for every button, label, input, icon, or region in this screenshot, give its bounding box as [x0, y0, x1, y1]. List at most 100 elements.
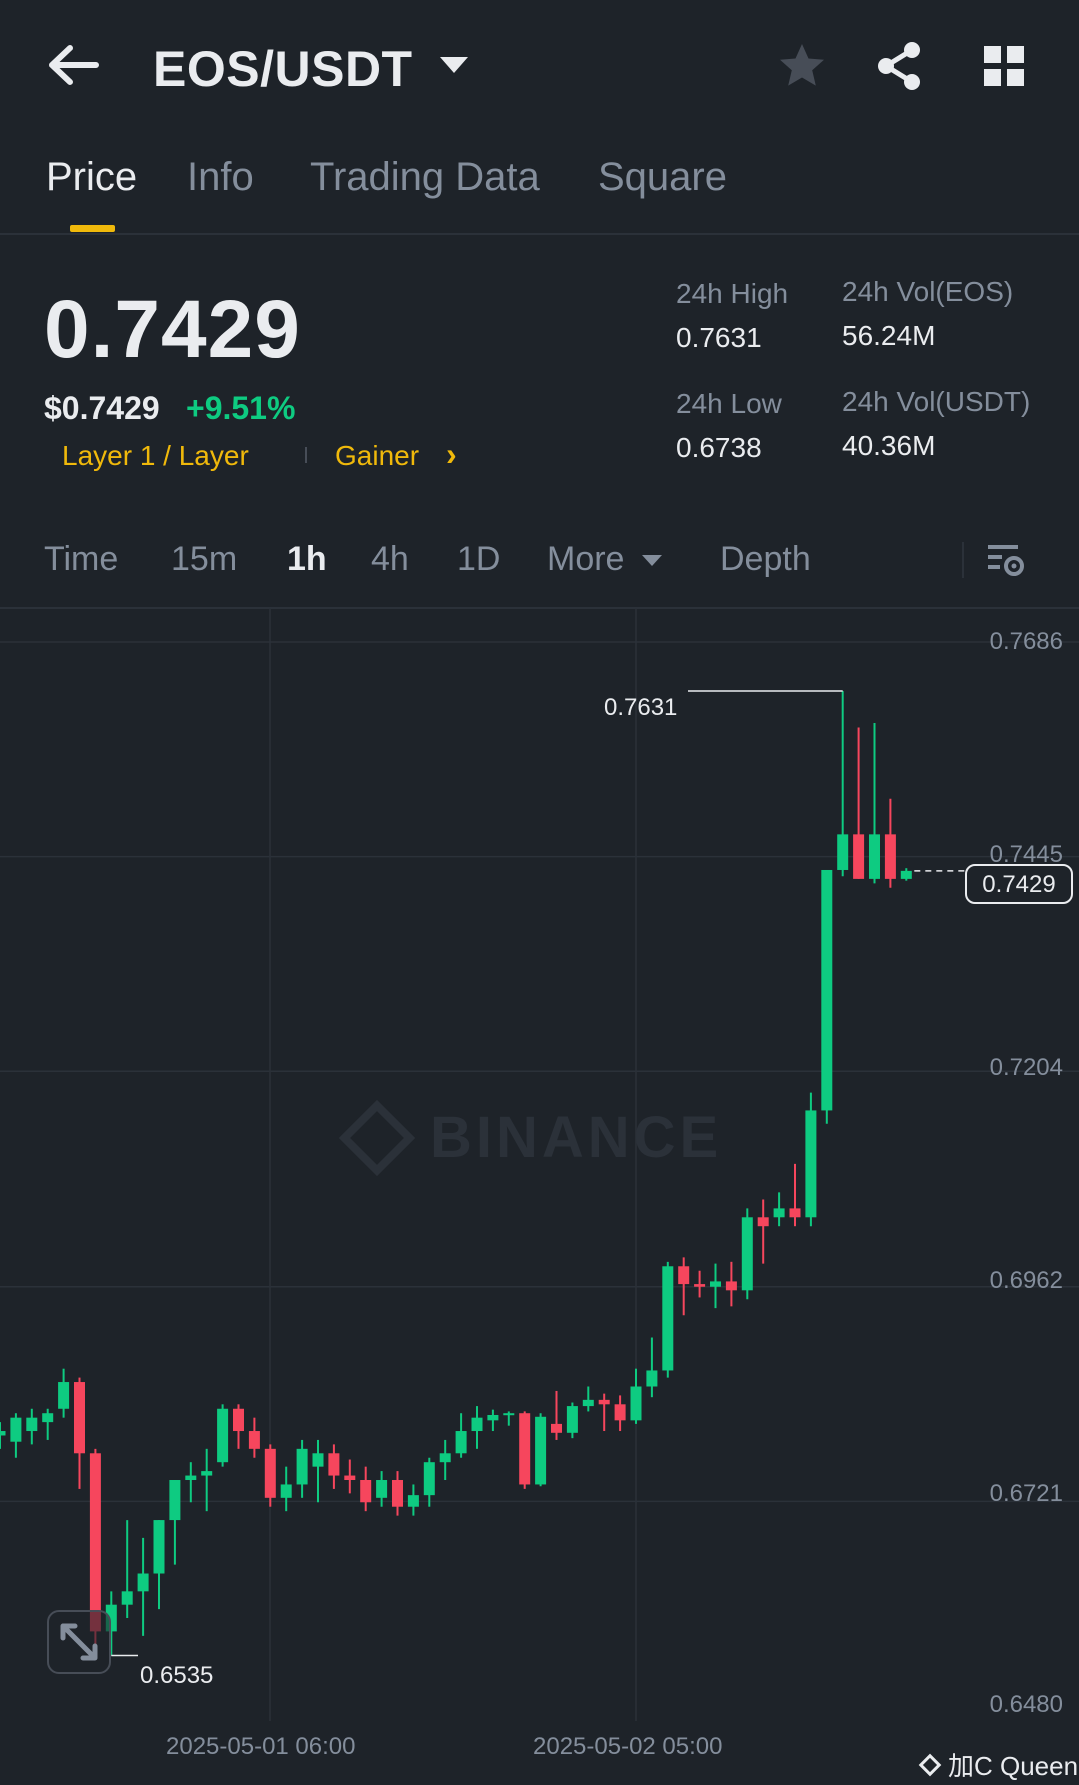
high-value: 0.7631: [676, 322, 762, 353]
price-change: +9.51%: [186, 390, 296, 426]
candle-down: [614, 1404, 626, 1421]
tag-separator: [305, 447, 307, 463]
low-label: 24h Low: [676, 388, 782, 419]
tab-info[interactable]: Info: [187, 155, 254, 200]
tabs-divider: [0, 233, 1079, 235]
candle-up: [566, 1406, 578, 1433]
watermark-text: BINANCE: [430, 1105, 723, 1171]
grid-icon: [984, 46, 1024, 86]
y-tick-label: 0.7686: [989, 628, 1063, 655]
y-tick-label: 0.7204: [989, 1054, 1063, 1081]
interval-time[interactable]: Time: [44, 540, 118, 579]
candle-down: [248, 1431, 260, 1449]
more-caret-icon[interactable]: [642, 555, 662, 566]
interval-1h[interactable]: 1h: [287, 540, 327, 579]
vol-quote-value: 40.36M: [842, 430, 936, 461]
expand-icon: [60, 1623, 98, 1661]
gainer-tag[interactable]: Gainer: [335, 440, 419, 472]
candle-up: [169, 1480, 181, 1521]
candle-down: [233, 1408, 244, 1432]
candle-up: [805, 1110, 817, 1218]
candle-down: [392, 1480, 403, 1507]
binance-watermark: BINANCE: [338, 1099, 723, 1176]
candle-down: [360, 1480, 372, 1503]
y-tick-label: 0.6962: [989, 1267, 1063, 1294]
candle-up: [407, 1495, 419, 1507]
candle-up: [423, 1462, 435, 1496]
candle-down: [725, 1281, 737, 1291]
interval-4h[interactable]: 4h: [371, 540, 409, 579]
high-marker-label: 0.7631: [604, 694, 678, 721]
candle-up: [837, 834, 849, 870]
candle-up: [26, 1417, 38, 1432]
star-icon: [780, 44, 824, 86]
candle-down: [74, 1382, 85, 1454]
candle-up: [58, 1382, 70, 1409]
grid-menu-button[interactable]: [982, 44, 1026, 88]
share-icon: [878, 42, 920, 90]
y-tick-label: 0.6480: [989, 1691, 1063, 1718]
candle-up: [153, 1520, 165, 1574]
candle-up: [582, 1399, 594, 1407]
usd-price: $0.7429: [44, 390, 160, 426]
category-tag[interactable]: Layer 1 / Layer: [62, 440, 249, 472]
candle-up: [630, 1386, 642, 1421]
interval-more[interactable]: More: [547, 540, 624, 579]
active-tab-indicator: [70, 225, 115, 232]
vol-quote-label: 24h Vol(USDT): [842, 386, 1031, 417]
x-tick-label: 2025-05-02 05:00: [533, 1733, 723, 1760]
candle-up: [217, 1408, 229, 1463]
candle-down: [678, 1266, 690, 1285]
y-tick-label: 0.6721: [989, 1480, 1063, 1507]
back-button[interactable]: [44, 40, 104, 90]
candle-down: [598, 1399, 610, 1405]
candle-up: [137, 1573, 149, 1592]
share-button[interactable]: [874, 40, 924, 92]
candle-up: [455, 1431, 467, 1454]
vol-base-value: 56.24M: [842, 320, 936, 351]
candle-up: [662, 1266, 674, 1371]
interval-depth[interactable]: Depth: [720, 540, 811, 579]
candle-down: [344, 1475, 356, 1481]
candle-up: [376, 1480, 388, 1498]
chevron-right-icon[interactable]: ›: [446, 436, 457, 473]
tab-trading-data[interactable]: Trading Data: [310, 155, 540, 200]
candle-down: [884, 834, 896, 879]
candle-up: [821, 869, 833, 1111]
candle-up: [710, 1281, 721, 1287]
candlestick-chart[interactable]: [0, 606, 1079, 1785]
favorite-button[interactable]: [776, 40, 828, 92]
back-arrow-icon: [49, 45, 99, 85]
candle-up: [42, 1413, 54, 1423]
chart-settings-button[interactable]: [986, 540, 1026, 580]
candle-up: [312, 1453, 324, 1467]
interval-15m[interactable]: 15m: [171, 540, 237, 579]
candle-up: [773, 1208, 785, 1218]
candle-down: [757, 1217, 769, 1227]
candle-up: [0, 1431, 6, 1436]
candle-down: [89, 1453, 101, 1632]
candle-up: [185, 1475, 197, 1481]
caret-down-icon[interactable]: [440, 57, 468, 73]
candle-up: [503, 1413, 515, 1416]
fullscreen-button[interactable]: [47, 1610, 111, 1674]
pair-title[interactable]: EOS/USDT: [153, 40, 413, 98]
tab-square[interactable]: Square: [598, 155, 727, 200]
footer-logo-icon: [918, 1753, 942, 1776]
candle-up: [535, 1416, 547, 1485]
candle-down: [264, 1448, 276, 1498]
candle-up: [439, 1453, 451, 1463]
candle-up: [869, 834, 880, 879]
candle-down: [328, 1453, 340, 1476]
candle-up: [201, 1471, 213, 1476]
interval-1d[interactable]: 1D: [457, 540, 500, 579]
candle-up: [646, 1370, 658, 1387]
candle-up: [280, 1484, 292, 1498]
candle-down: [519, 1413, 531, 1485]
tab-price[interactable]: Price: [46, 155, 137, 200]
footer-watermark-text: 加C Queen: [948, 1751, 1079, 1781]
candle-up: [296, 1448, 308, 1485]
last-price: 0.7429: [44, 284, 301, 375]
high-label: 24h High: [676, 278, 789, 309]
candle-up: [471, 1417, 483, 1432]
